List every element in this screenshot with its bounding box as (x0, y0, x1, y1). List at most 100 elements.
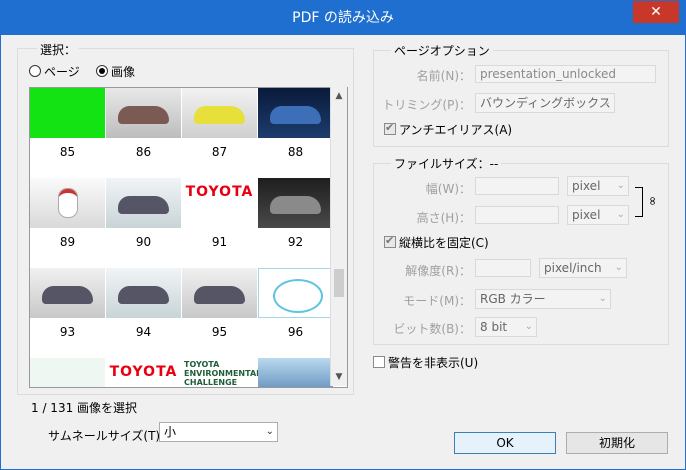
antialias-checkbox[interactable] (384, 121, 396, 135)
thumbnail-image (30, 268, 105, 318)
resolution-unit-select[interactable]: pixel/inch ⌄ (539, 258, 627, 278)
close-button[interactable]: ✕ (633, 1, 679, 23)
thumbnail-item[interactable]: 88 (258, 88, 333, 176)
thumb-size-select[interactable]: 小 ⌄ (159, 422, 278, 442)
thumbnail-image (258, 178, 333, 228)
thumbnail-image (182, 88, 257, 138)
thumbnail-item[interactable] (30, 358, 105, 387)
height-unit-value: pixel (572, 208, 601, 222)
thumbnail-item[interactable]: 95 (182, 268, 257, 356)
thumbnail-image (182, 268, 257, 318)
car-shape (194, 106, 245, 124)
ok-button[interactable]: OK (454, 432, 556, 454)
window-title: PDF の読み込み (292, 10, 394, 26)
pdf-import-dialog: PDF の読み込み ✕ 選択： ページ 画像 85 86 87 88 89 90 TOYOT… (0, 0, 686, 470)
car-shape (118, 286, 169, 304)
bits-label: ビット数(B)： (393, 322, 471, 336)
thumbnail-image: TOYOTA (106, 358, 181, 387)
thumbnail-item[interactable]: 96 (258, 268, 333, 356)
thumbnail-image (30, 358, 105, 387)
thumbnail-number: 86 (135, 145, 152, 159)
thumbnail-item[interactable]: 90 (106, 178, 181, 266)
thumbnail-item[interactable]: 89 (30, 178, 105, 266)
page-options-legend: ページオプション (391, 42, 493, 59)
car-shape (118, 196, 169, 214)
scrollbar-thumb[interactable] (334, 269, 344, 297)
thumbnail-number: 94 (135, 325, 152, 339)
thumbnail-scrollbar[interactable]: ▲ ▼ (330, 87, 347, 386)
thumbnail-number: 89 (59, 235, 76, 249)
height-field[interactable] (475, 206, 559, 224)
radio-image[interactable] (96, 65, 108, 77)
name-field[interactable]: presentation_unlocked (475, 65, 656, 83)
thumbnail-item[interactable]: TOYOTA (106, 358, 181, 387)
thumbnail-number: 92 (287, 235, 304, 249)
radio-page[interactable] (29, 65, 41, 77)
width-unit-value: pixel (572, 179, 601, 193)
radio-image-label[interactable]: 画像 (111, 63, 135, 80)
thumbnail-item[interactable]: 85 (30, 88, 107, 178)
thumbnail-image (258, 268, 333, 318)
reset-button[interactable]: 初期化 (566, 432, 668, 454)
bits-select[interactable]: 8 bit ⌄ (475, 317, 537, 337)
resolution-label: 解像度(R)： (405, 264, 471, 278)
scroll-down-icon[interactable]: ▼ (334, 372, 344, 382)
suppress-warnings-label[interactable]: 警告を非表示(U) (388, 354, 478, 371)
selection-legend: 選択： (37, 41, 80, 58)
thumbnail-number: 87 (211, 145, 228, 159)
width-label: 幅(W)： (425, 182, 471, 196)
chevron-down-icon: ⌄ (524, 321, 533, 332)
crop-label: トリミング(P)： (382, 98, 471, 112)
thumbnail-number: 91 (211, 235, 228, 249)
selection-status: 1 / 131 画像を選択 (31, 401, 138, 415)
thumbnail-number: 85 (59, 145, 76, 159)
crop-select[interactable]: バウンディングボックス ⌄ (475, 93, 615, 113)
thumbnail-item[interactable]: 94 (106, 268, 181, 356)
thumbnail-image (30, 88, 105, 138)
radio-page-label[interactable]: ページ (44, 63, 80, 80)
file-size-legend: ファイルサイズ：-- (391, 155, 502, 172)
scroll-up-icon[interactable]: ▲ (334, 91, 344, 101)
height-unit-select[interactable]: pixel ⌄ (567, 205, 629, 225)
thumb-size-label: サムネールサイズ(T)： (48, 429, 173, 443)
resolution-field[interactable] (475, 259, 531, 277)
thumbnail-image (106, 268, 181, 318)
thumbnail-item[interactable]: TOYOTA ENVIRONMENTAL CHALLENGE 2050 (182, 358, 262, 387)
antialias-label[interactable]: アンチエイリアス(A) (399, 121, 512, 138)
title-bar: PDF の読み込み ✕ (1, 1, 685, 35)
mode-value: RGB カラー (480, 292, 546, 306)
thumbnail-image (258, 358, 333, 387)
constrain-label[interactable]: 縦横比を固定(C) (399, 234, 489, 251)
thumbnail-number: 93 (59, 325, 76, 339)
thumbnail-number: 95 (211, 325, 228, 339)
thumbnail-item[interactable] (258, 358, 333, 387)
thumbnail-image (106, 178, 181, 228)
constrain-checkbox[interactable] (384, 234, 396, 248)
bits-value: 8 bit (480, 320, 508, 334)
thumbnail-number: 96 (287, 325, 304, 339)
chevron-down-icon: ⌄ (602, 97, 611, 108)
car-shape (118, 106, 169, 124)
thumbnail-item[interactable]: 93 (30, 268, 105, 356)
thumbnail-item[interactable]: 86 (106, 88, 181, 176)
crop-value: バウンディングボックス (480, 96, 611, 110)
robot-shape (58, 188, 78, 218)
car-shape (194, 286, 245, 304)
thumbnail-grid[interactable]: 85 86 87 88 89 90 TOYOTA 91 92 93 94 95 96 TOYOTA TOYO… (29, 87, 348, 388)
link-bracket (635, 187, 643, 217)
suppress-warnings-checkbox[interactable] (373, 356, 385, 368)
link-icon[interactable]: ∞ (646, 196, 660, 206)
width-field[interactable] (475, 177, 559, 195)
chevron-down-icon: ⌄ (598, 293, 607, 304)
width-unit-select[interactable]: pixel ⌄ (567, 176, 629, 196)
thumbnail-item[interactable]: 92 (258, 178, 333, 266)
thumbnail-number: 88 (287, 145, 304, 159)
thumbnail-item[interactable]: 87 (182, 88, 257, 176)
thumbnail-image (30, 178, 105, 228)
env-challenge-text: TOYOTA ENVIRONMENTAL CHALLENGE 2050 (184, 360, 262, 387)
car-shape (270, 106, 321, 124)
mode-select[interactable]: RGB カラー ⌄ (475, 289, 611, 309)
chevron-down-icon: ⌄ (265, 426, 274, 437)
car-shape (42, 286, 93, 304)
thumbnail-item[interactable]: TOYOTA 91 (182, 178, 257, 266)
